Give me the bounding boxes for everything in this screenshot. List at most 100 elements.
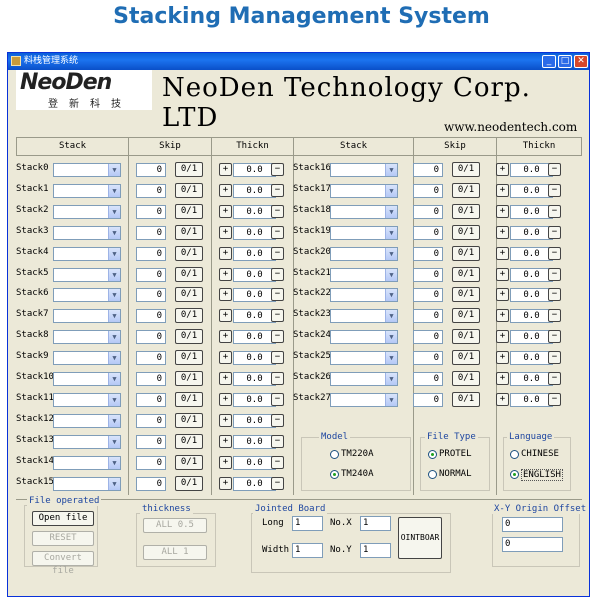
skip-toggle-button[interactable]: 0/1 [452,391,480,407]
thickness-minus-button[interactable]: − [548,246,561,260]
thickness-input[interactable]: 0.0 [510,163,553,177]
stack-combo[interactable]: ▼ [53,330,121,345]
noy-input[interactable]: 1 [360,543,391,558]
stack-combo[interactable]: ▼ [330,372,398,386]
thickness-minus-button[interactable]: − [271,330,284,344]
thickness-minus-button[interactable]: − [271,372,284,385]
thickness-input[interactable]: 0.0 [233,246,276,261]
skip-input[interactable]: 0 [413,204,443,219]
all-1-button[interactable]: ALL 1 [143,545,207,560]
skip-input[interactable]: 0 [413,372,443,386]
chevron-down-icon[interactable]: ▼ [108,184,120,197]
thickness-input[interactable]: 0.0 [510,351,553,366]
thickness-plus-button[interactable]: + [219,351,232,365]
chevron-down-icon[interactable]: ▼ [108,164,120,176]
skip-toggle-button[interactable]: 0/1 [175,162,203,177]
thickness-minus-button[interactable]: − [548,309,561,323]
skip-input[interactable]: 0 [413,351,443,366]
thickness-plus-button[interactable]: + [219,288,232,302]
thickness-input[interactable]: 0.0 [233,434,276,449]
thickness-input[interactable]: 0.0 [510,204,553,219]
thickness-input[interactable]: 0.0 [233,309,276,324]
thickness-input[interactable]: 0.0 [233,413,276,428]
thickness-plus-button[interactable]: + [219,246,232,260]
width-input[interactable]: 1 [292,543,323,558]
skip-toggle-button[interactable]: 0/1 [175,475,203,491]
thickness-minus-button[interactable]: − [548,183,561,197]
stack-combo[interactable]: ▼ [330,351,398,366]
stack-combo[interactable]: ▼ [330,267,398,282]
chevron-down-icon[interactable]: ▼ [108,477,120,490]
chevron-down-icon[interactable]: ▼ [108,331,120,344]
thickness-plus-button[interactable]: + [496,330,509,344]
chevron-down-icon[interactable]: ▼ [108,289,120,302]
skip-input[interactable]: 0 [136,309,166,324]
chevron-down-icon[interactable]: ▼ [108,414,120,427]
long-input[interactable]: 1 [292,516,323,531]
skip-input[interactable]: 0 [136,163,166,177]
thickness-input[interactable]: 0.0 [510,330,553,345]
chevron-down-icon[interactable]: ▼ [385,184,397,197]
skip-input[interactable]: 0 [136,372,166,386]
chevron-down-icon[interactable]: ▼ [385,310,397,323]
skip-toggle-button[interactable]: 0/1 [452,308,480,324]
skip-input[interactable]: 0 [413,163,443,177]
close-button[interactable]: ✕ [574,55,588,68]
chevron-down-icon[interactable]: ▼ [385,352,397,365]
thickness-minus-button[interactable]: − [271,183,284,197]
thickness-minus-button[interactable]: − [271,288,284,302]
thickness-input[interactable]: 0.0 [510,309,553,324]
thickness-plus-button[interactable]: + [219,183,232,197]
thickness-minus-button[interactable]: − [271,225,284,239]
minimize-button[interactable]: _ [542,55,556,68]
stack-combo[interactable]: ▼ [53,267,121,282]
skip-input[interactable]: 0 [136,204,166,219]
skip-input[interactable]: 0 [413,392,443,407]
thickness-input[interactable]: 0.0 [233,372,276,386]
reset-button[interactable]: RESET [32,531,94,546]
stack-combo[interactable]: ▼ [330,225,398,240]
stack-combo[interactable]: ▼ [53,309,121,324]
skip-input[interactable]: 0 [413,225,443,240]
thickness-plus-button[interactable]: + [496,246,509,260]
stack-combo[interactable]: ▼ [53,246,121,261]
chevron-down-icon[interactable]: ▼ [108,205,120,218]
skip-input[interactable]: 0 [136,330,166,345]
thickness-minus-button[interactable]: − [548,225,561,239]
skip-toggle-button[interactable]: 0/1 [175,371,203,386]
thickness-plus-button[interactable]: + [496,392,509,406]
skip-input[interactable]: 0 [136,434,166,449]
thickness-plus-button[interactable]: + [496,372,509,385]
stack-combo[interactable]: ▼ [330,309,398,324]
window-titlebar[interactable]: 料栈管理系统 _ □ ✕ [8,53,589,70]
stack-combo[interactable]: ▼ [330,204,398,219]
skip-toggle-button[interactable]: 0/1 [175,266,203,282]
skip-toggle-button[interactable]: 0/1 [452,287,480,303]
thickness-minus-button[interactable]: − [548,288,561,302]
skip-input[interactable]: 0 [413,288,443,303]
thickness-input[interactable]: 0.0 [510,392,553,407]
radio-protel[interactable] [428,450,437,459]
skip-toggle-button[interactable]: 0/1 [452,203,480,219]
stack-combo[interactable]: ▼ [53,225,121,240]
skip-toggle-button[interactable]: 0/1 [175,203,203,219]
skip-toggle-button[interactable]: 0/1 [175,329,203,345]
thickness-plus-button[interactable]: + [496,163,509,176]
chevron-down-icon[interactable]: ▼ [385,205,397,218]
skip-input[interactable]: 0 [136,225,166,240]
thickness-minus-button[interactable]: − [271,413,284,427]
chevron-down-icon[interactable]: ▼ [108,352,120,365]
chevron-down-icon[interactable]: ▼ [108,268,120,281]
thickness-input[interactable]: 0.0 [233,288,276,303]
thickness-minus-button[interactable]: − [271,476,284,490]
chevron-down-icon[interactable]: ▼ [385,373,397,385]
thickness-plus-button[interactable]: + [219,413,232,427]
thickness-plus-button[interactable]: + [496,267,509,281]
skip-input[interactable]: 0 [136,351,166,366]
chevron-down-icon[interactable]: ▼ [385,164,397,176]
stack-combo[interactable]: ▼ [53,413,121,428]
thickness-minus-button[interactable]: − [548,330,561,344]
skip-input[interactable]: 0 [136,455,166,470]
stack-combo[interactable]: ▼ [330,183,398,198]
radio-chinese[interactable] [510,450,519,459]
